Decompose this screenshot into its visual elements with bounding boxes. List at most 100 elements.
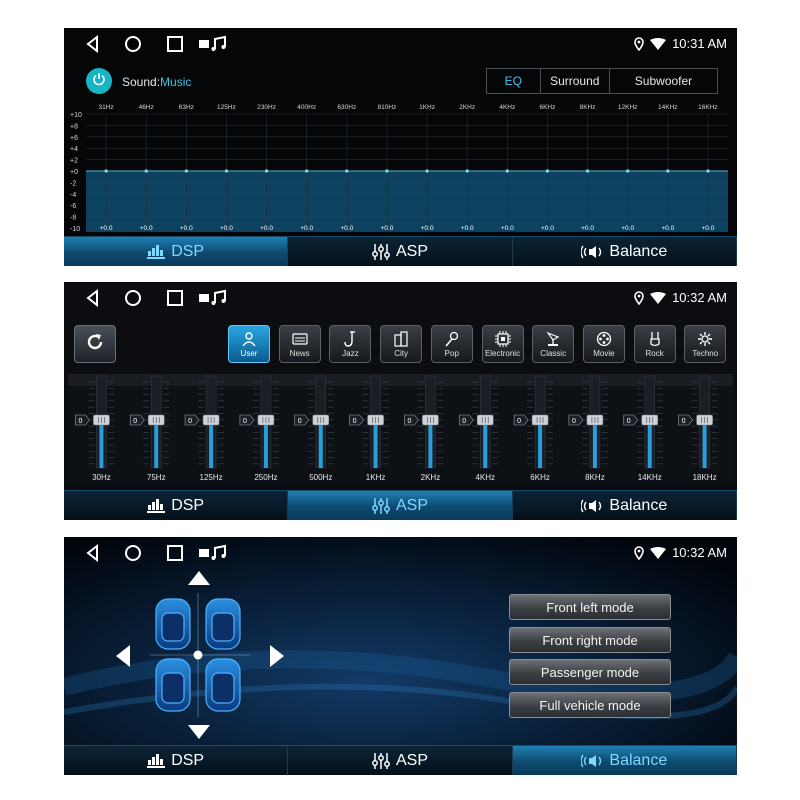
eq-slider[interactable]: 0 500Hz [294,375,334,482]
band-point[interactable] [224,169,229,173]
recents-icon[interactable] [166,35,184,53]
speaker-icon [581,754,603,768]
location-icon [634,290,644,305]
band-point[interactable] [385,169,389,173]
arrow-left-icon[interactable] [116,645,130,667]
tab-surround[interactable]: Surround [541,69,610,93]
tab-balance-label: Balance [609,751,668,769]
asp-sliders[interactable]: 0 30Hz 0 75Hz 0 125Hz 0 250Hz 0 500Hz 0 1KHz 0 2KHz 0 4… [68,374,733,484]
preset-news[interactable]: News [278,325,321,363]
preset-pop[interactable]: Pop [430,325,473,363]
sound-mode-value[interactable]: Music [160,75,191,89]
location-icon [634,545,644,560]
tab-subwoofer[interactable]: Subwoofer [610,69,717,93]
preset-electronic[interactable]: Electronic [481,325,524,363]
preset-techno[interactable]: Techno [684,325,727,363]
front-left-mode-button[interactable]: Front left mode [509,594,671,620]
back-icon[interactable] [84,544,102,562]
seat-rear-right[interactable] [205,658,241,712]
reset-button[interactable] [74,325,116,363]
eq-slider[interactable]: 0 30Hz [75,375,115,482]
eq-slider[interactable]: 0 8KHz [568,375,608,482]
arrow-up-icon[interactable] [188,571,210,585]
tab-dsp[interactable]: DSP [64,491,289,520]
slider-fill [538,420,543,468]
back-icon[interactable] [84,35,102,53]
band-point[interactable] [305,169,309,173]
preset-movie[interactable]: Movie [582,325,625,363]
db-label: -8 [70,215,76,222]
home-icon[interactable] [124,544,142,562]
seat-layout[interactable] [150,593,250,717]
arrow-right-icon[interactable] [270,645,284,667]
back-icon[interactable] [84,289,102,307]
band-value: +0.0 [461,225,474,232]
image-music-icon [198,35,228,53]
band-point[interactable] [626,169,630,173]
band-point[interactable] [585,169,590,173]
slider-freq-label: 30Hz [92,473,111,482]
band-point[interactable] [104,169,108,173]
preset-city[interactable]: City [380,325,423,363]
tab-asp-label: ASP [395,751,428,769]
tab-balance[interactable]: Balance [512,746,737,775]
tab-balance[interactable]: Balance [512,237,737,266]
band-point[interactable] [144,169,148,173]
band-point[interactable] [184,169,188,173]
tab-eq[interactable]: EQ [487,69,541,93]
band-point[interactable] [425,169,429,173]
seat-front-left[interactable] [155,598,191,650]
band-point[interactable] [465,169,469,173]
tab-asp[interactable]: ASP [288,746,513,775]
seat-front-right[interactable] [205,598,241,650]
eq-slider[interactable]: 0 2KHz [404,375,444,482]
eq-slider[interactable]: 0 18KHz [678,375,718,482]
slider-value: 0 [243,418,247,425]
recents-icon[interactable] [166,544,184,562]
preset-user[interactable]: User [228,325,270,363]
passenger-mode-button[interactable]: Passenger mode [509,659,671,685]
location-icon [634,36,644,51]
preset-rock[interactable]: Rock [633,325,676,363]
preset-label: City [394,348,408,358]
slider-fill [373,420,378,468]
freq-label: 16KHz [698,104,718,111]
band-point[interactable] [264,169,269,173]
freq-label: 46Hz [139,104,154,111]
slider-value: 0 [133,418,137,425]
front-right-mode-button[interactable]: Front right mode [509,627,671,653]
tab-asp[interactable]: ASP [288,237,513,266]
eq-slider[interactable]: 0 250Hz [239,375,279,482]
power-icon [92,72,106,91]
preset-classic[interactable]: Classic [532,325,575,363]
tab-balance[interactable]: Balance [512,491,737,520]
eq-graph[interactable]: +10 +8 +6 +4 +2 +0 -2 -4 -6 -8 -10 31Hz +0.0 46Hz +0.0… [68,102,733,234]
tab-asp[interactable]: ASP [288,491,513,520]
preset-label: Techno [692,348,719,358]
eq-slider[interactable]: 0 6KHz [513,375,554,482]
tab-dsp[interactable]: DSP [64,746,289,775]
home-icon[interactable] [124,35,142,53]
band-point[interactable] [345,169,349,173]
power-button[interactable] [86,68,112,94]
slider-value: 0 [298,418,302,425]
balance-point[interactable] [193,650,203,660]
band-point[interactable] [505,169,509,173]
band-point[interactable] [545,169,550,173]
preset-jazz[interactable]: Jazz [329,325,372,363]
eq-slider[interactable]: 0 1KHz [349,375,389,482]
tab-dsp[interactable]: DSP [64,237,289,266]
seat-rear-left[interactable] [155,658,191,712]
full-vehicle-mode-button[interactable]: Full vehicle mode [509,692,671,718]
recents-icon[interactable] [166,289,184,307]
band-point[interactable] [706,169,710,173]
eq-slider[interactable]: 0 4KHz [458,375,499,482]
arrow-down-icon[interactable] [188,725,210,739]
home-icon[interactable] [124,289,142,307]
preset-label: Movie [593,348,615,358]
eq-slider[interactable]: 0 14KHz [623,375,663,482]
refresh-icon [85,332,105,357]
eq-slider[interactable]: 0 125Hz [184,375,225,482]
eq-slider[interactable]: 0 75Hz [129,375,170,482]
band-point[interactable] [666,169,670,173]
